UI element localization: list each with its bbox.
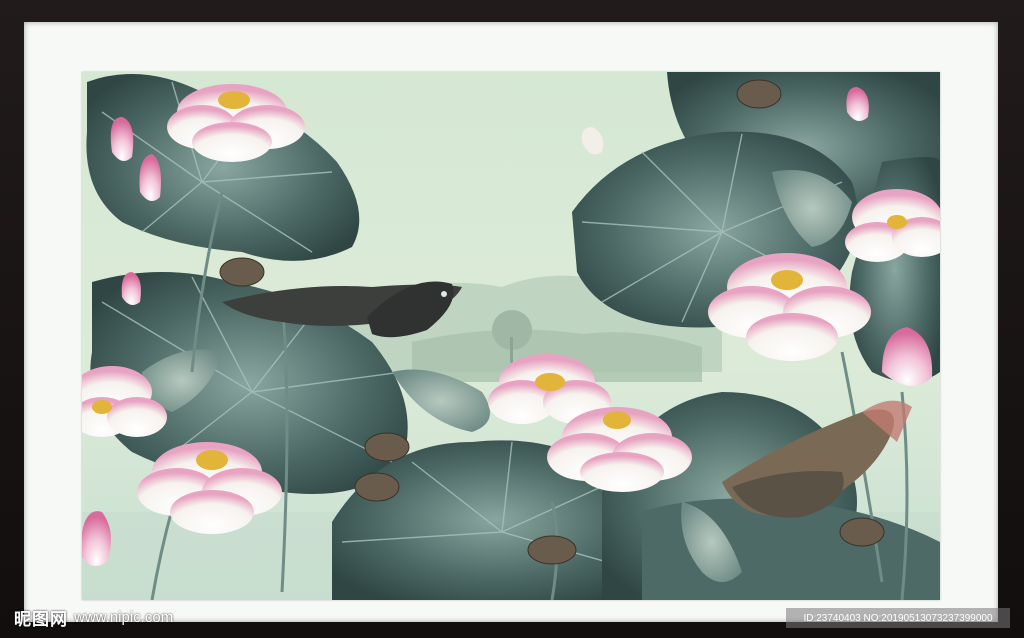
watermark-url: www.nipic.com [74, 608, 174, 626]
lotus-painting [82, 72, 940, 600]
watermark-left: 昵图网 www.nipic.com [14, 604, 173, 630]
watermark-brand: 昵图网 [14, 609, 68, 629]
watermark-id: ID:23740403 NO:20190513073237399000 [786, 608, 1010, 628]
